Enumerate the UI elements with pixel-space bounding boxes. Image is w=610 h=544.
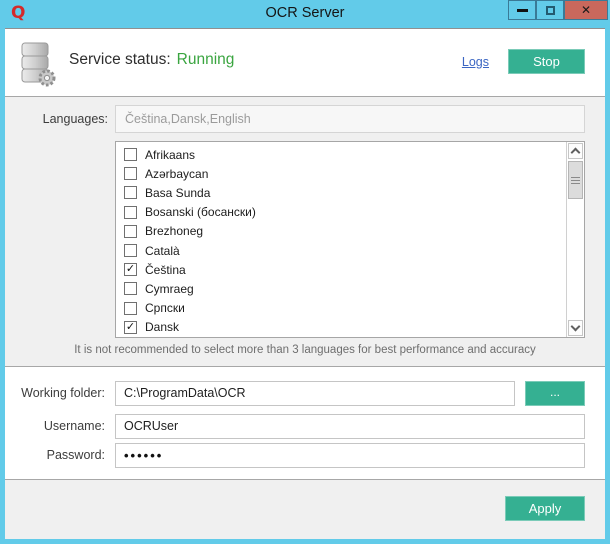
chevron-down-icon <box>571 322 581 332</box>
scrollbar-grip-icon <box>571 177 580 184</box>
language-row[interactable]: Azərbaycan <box>116 164 566 183</box>
language-label: Dansk <box>145 320 179 334</box>
window-content: Service status: Running Logs Stop Languag… <box>5 28 605 538</box>
language-label: Српски <box>145 301 185 315</box>
language-checkbox[interactable] <box>124 282 137 295</box>
selected-languages-field[interactable]: Čeština,Dansk,English <box>115 105 585 133</box>
language-label: Azərbaycan <box>145 167 208 181</box>
language-label: Basa Sunda <box>145 186 210 200</box>
language-row[interactable]: Català <box>116 241 566 260</box>
scroll-down-button[interactable] <box>568 320 583 336</box>
language-label: Afrikaans <box>145 148 195 162</box>
password-input[interactable]: •••••• <box>115 443 585 468</box>
language-row[interactable]: Deutsch <box>116 337 566 338</box>
language-rows: Afrikaans Azərbaycan Basa Sunda Bosanski (б… <box>116 145 566 338</box>
chevron-up-icon <box>571 148 581 158</box>
username-input[interactable]: OCRUser <box>115 414 585 439</box>
minimize-button[interactable] <box>508 0 536 20</box>
language-list: Afrikaans Azərbaycan Basa Sunda Bosanski (б… <box>115 141 585 338</box>
server-gear-icon <box>20 41 58 87</box>
browse-button[interactable]: ... <box>525 381 585 406</box>
service-status: Service status: Running <box>69 51 234 69</box>
minimize-icon <box>517 9 528 12</box>
password-label: Password: <box>5 448 105 462</box>
language-checkbox[interactable] <box>124 244 137 257</box>
language-row[interactable]: Bosanski (босански) <box>116 203 566 222</box>
language-row[interactable]: Cymraeg <box>116 279 566 298</box>
settings-section: Working folder: C:\ProgramData\OCR ... U… <box>5 367 605 479</box>
languages-label: Languages: <box>5 112 108 126</box>
language-label: Cymraeg <box>145 282 194 296</box>
footer-section: Apply <box>5 480 605 539</box>
language-checkbox[interactable] <box>124 302 137 315</box>
language-row[interactable]: Basa Sunda <box>116 183 566 202</box>
language-checkbox[interactable] <box>124 206 137 219</box>
maximize-button[interactable] <box>536 0 564 20</box>
language-label: Català <box>145 244 180 258</box>
scrollbar-thumb[interactable] <box>568 161 583 199</box>
language-checkbox[interactable] <box>124 225 137 238</box>
language-checkbox[interactable] <box>124 186 137 199</box>
status-section: Service status: Running Logs Stop <box>5 29 605 96</box>
service-status-value: Running <box>177 51 235 68</box>
language-row[interactable]: Brezhoneg <box>116 222 566 241</box>
languages-section: Languages: Čeština,Dansk,English Afrikaa… <box>5 97 605 366</box>
language-label: Brezhoneg <box>145 224 203 238</box>
stop-button[interactable]: Stop <box>508 49 585 74</box>
apply-button[interactable]: Apply <box>505 496 585 521</box>
scroll-up-button[interactable] <box>568 143 583 159</box>
username-label: Username: <box>5 419 105 433</box>
language-checkbox[interactable]: ✓ <box>124 321 137 334</box>
close-button[interactable]: ✕ <box>564 0 608 20</box>
service-status-label: Service status: <box>69 51 171 68</box>
titlebar: Q OCR Server ✕ <box>0 0 610 28</box>
close-icon: ✕ <box>581 3 591 17</box>
language-checkbox[interactable] <box>124 167 137 180</box>
language-row[interactable]: Српски <box>116 299 566 318</box>
scrollbar[interactable] <box>566 142 584 337</box>
logs-link[interactable]: Logs <box>462 55 489 69</box>
working-folder-label: Working folder: <box>5 386 105 400</box>
language-checkbox[interactable] <box>124 148 137 161</box>
working-folder-input[interactable]: C:\ProgramData\OCR <box>115 381 515 406</box>
language-label: Bosanski (босански) <box>145 205 256 219</box>
language-row[interactable]: Afrikaans <box>116 145 566 164</box>
language-checkbox[interactable]: ✓ <box>124 263 137 276</box>
language-row[interactable]: ✓ Čeština <box>116 260 566 279</box>
language-label: Čeština <box>145 263 186 277</box>
languages-note: It is not recommended to select more tha… <box>5 344 605 356</box>
language-row[interactable]: ✓ Dansk <box>116 318 566 337</box>
maximize-icon <box>546 6 555 15</box>
